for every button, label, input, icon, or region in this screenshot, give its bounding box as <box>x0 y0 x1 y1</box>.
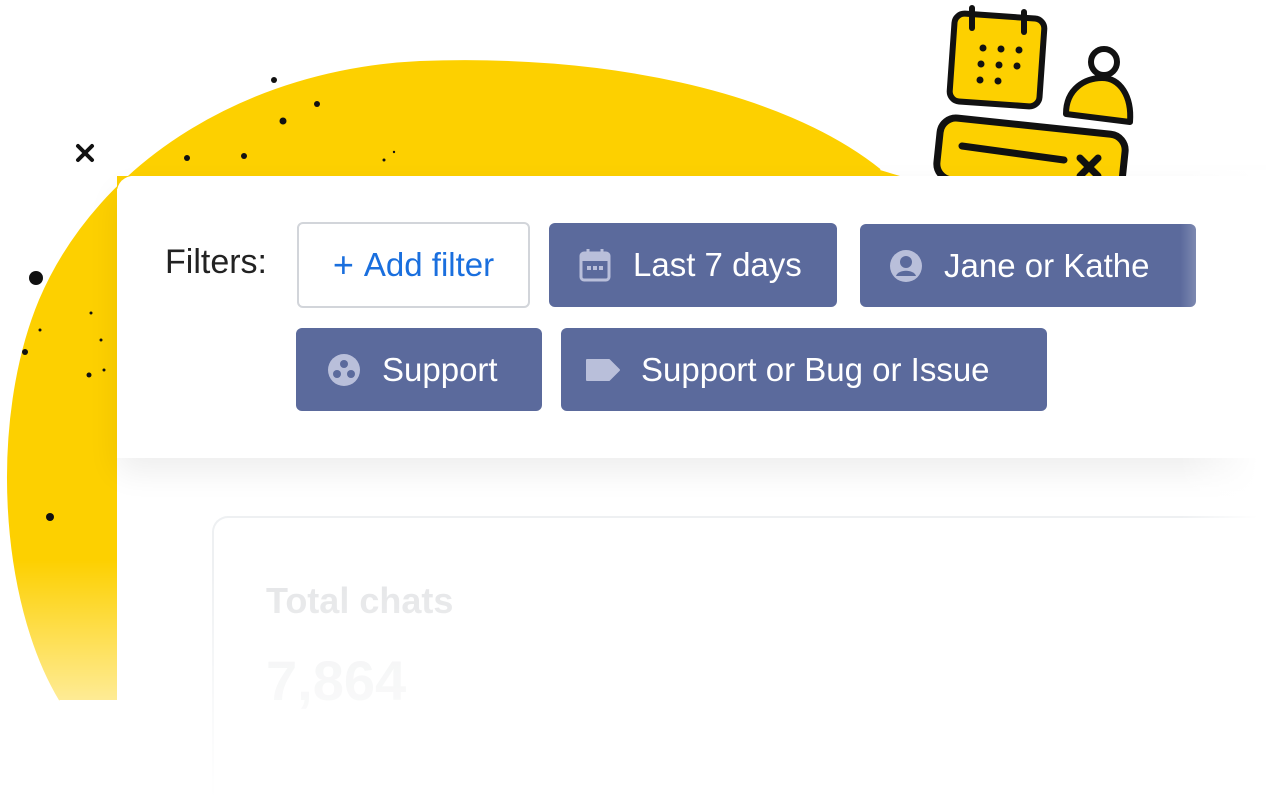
filter-chip-date-range[interactable]: Last 7 days <box>549 223 837 307</box>
page-canvas: Filters: + Add filter Last 7 days Jane o… <box>0 0 1266 800</box>
filter-chip-tags[interactable]: Support or Bug or Issue <box>561 328 1047 411</box>
calendar-icon <box>577 247 613 283</box>
filter-chip-date-range-label: Last 7 days <box>633 246 802 283</box>
add-filter-button[interactable]: + Add filter <box>297 222 530 308</box>
filters-label: Filters: <box>165 243 267 281</box>
group-icon <box>326 352 362 388</box>
filter-chip-tags-label: Support or Bug or Issue <box>641 350 990 388</box>
x-mark-decoration <box>76 144 94 162</box>
filter-chip-group-label: Support <box>382 350 498 388</box>
filter-bar-card: Filters: + Add filter Last 7 days Jane o… <box>117 176 1266 458</box>
filter-chip-agents-label: Jane or Kathe <box>944 246 1150 284</box>
tag-icon <box>585 352 621 388</box>
add-filter-label: Add filter <box>363 246 495 283</box>
filter-chip-agents[interactable]: Jane or Kathe <box>860 224 1196 307</box>
total-chats-value: 7,864 <box>266 649 407 712</box>
total-chats-card: Total chats 7,864 <box>212 516 1266 800</box>
plus-icon: + <box>332 244 354 285</box>
filter-chip-group[interactable]: Support <box>296 328 542 411</box>
total-chats-label: Total chats <box>266 580 454 621</box>
user-circle-icon <box>888 248 924 284</box>
